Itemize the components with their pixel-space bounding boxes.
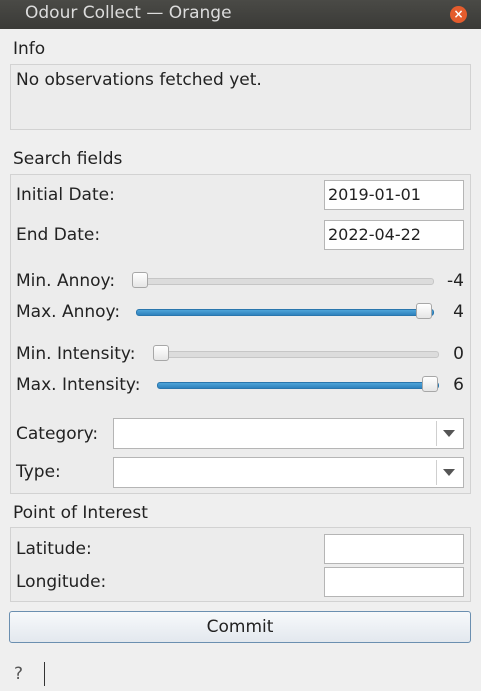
info-text: No observations fetched yet. <box>16 70 262 90</box>
end-date-field[interactable]: 2022-04-22 <box>324 220 464 250</box>
end-date-label: End Date: <box>16 225 101 245</box>
window-titlebar: Odour Collect — Orange × <box>0 0 481 29</box>
poi-section-label: Point of Interest <box>13 503 148 523</box>
min-annoy-slider[interactable] <box>136 278 434 285</box>
latitude-field[interactable] <box>324 534 464 564</box>
min-annoy-slider-handle[interactable] <box>132 272 148 288</box>
window-title: Odour Collect — Orange <box>25 3 232 23</box>
category-label: Category: <box>16 424 99 444</box>
initial-date-label: Initial Date: <box>16 185 115 205</box>
max-annoy-slider-handle[interactable] <box>416 303 432 319</box>
chevron-down-icon <box>443 469 455 476</box>
initial-date-field[interactable]: 2019-01-01 <box>324 180 464 210</box>
info-section-label: Info <box>13 39 46 59</box>
statusbar-divider <box>44 662 45 686</box>
min-intensity-label: Min. Intensity: <box>16 344 136 364</box>
min-intensity-slider[interactable] <box>157 351 439 358</box>
category-select[interactable] <box>113 418 464 449</box>
max-intensity-value: 6 <box>453 375 464 395</box>
max-annoy-label: Max. Annoy: <box>16 302 121 322</box>
type-select[interactable] <box>113 457 464 488</box>
min-intensity-slider-handle[interactable] <box>153 345 169 361</box>
min-annoy-label: Min. Annoy: <box>16 271 116 291</box>
help-icon[interactable]: ? <box>14 664 23 684</box>
min-intensity-value: 0 <box>453 344 464 364</box>
latitude-label: Latitude: <box>16 539 92 559</box>
longitude-field[interactable] <box>324 567 464 597</box>
longitude-label: Longitude: <box>16 572 107 592</box>
min-annoy-value: -4 <box>447 271 464 291</box>
max-intensity-label: Max. Intensity: <box>16 375 141 395</box>
type-label: Type: <box>16 462 61 482</box>
max-annoy-slider[interactable] <box>136 309 434 316</box>
close-icon[interactable]: × <box>450 6 467 23</box>
search-section-label: Search fields <box>13 149 123 169</box>
chevron-down-icon <box>443 430 455 437</box>
commit-button[interactable]: Commit <box>9 611 471 643</box>
max-annoy-value: 4 <box>453 302 464 322</box>
max-intensity-slider[interactable] <box>157 382 439 389</box>
